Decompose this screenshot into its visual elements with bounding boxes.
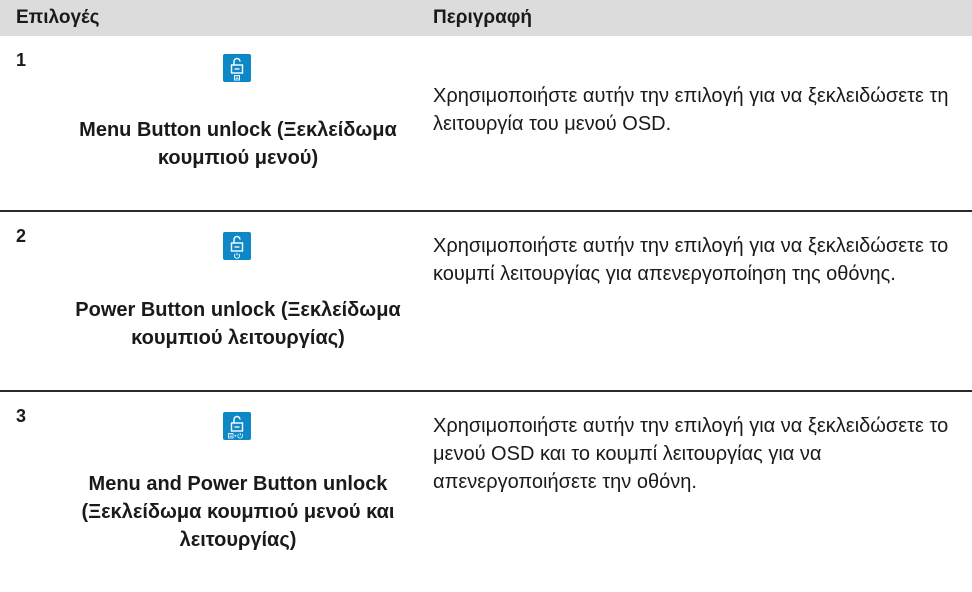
table-row: 2 Power Button unlock (Ξεκλείδωμα κουμπι… <box>0 212 972 390</box>
option-description: Χρησιμοποιήστε αυτήν την επιλογή για να … <box>433 235 949 285</box>
table-row: 3 Menu and Power Button unlock (Ξεκλείδω… <box>0 392 972 592</box>
option-description: Χρησιμοποιήστε αυτήν την επιλογή για να … <box>433 85 949 135</box>
menu-power-unlock-icon <box>223 412 251 440</box>
header-description: Περιγραφή <box>433 7 532 28</box>
header-options: Επιλογές <box>16 7 100 28</box>
row-number: 3 <box>16 406 27 426</box>
table-header: Επιλογές Περιγραφή <box>0 0 972 36</box>
option-label: Menu and Power Button unlock (Ξεκλείδωμα… <box>81 473 395 551</box>
table-row: 1 Menu Button unlock (Ξεκλείδωμα κουμπιο… <box>0 36 972 210</box>
row-number: 1 <box>16 50 27 70</box>
row-number: 2 <box>16 226 27 246</box>
option-label: Menu Button unlock (Ξεκλείδωμα κουμπιού … <box>79 119 397 169</box>
option-description: Χρησιμοποιήστε αυτήν την επιλογή για να … <box>433 415 949 493</box>
power-unlock-icon <box>223 232 251 260</box>
menu-unlock-icon <box>223 54 251 82</box>
option-label: Power Button unlock (Ξεκλείδωμα κουμπιού… <box>75 299 401 349</box>
